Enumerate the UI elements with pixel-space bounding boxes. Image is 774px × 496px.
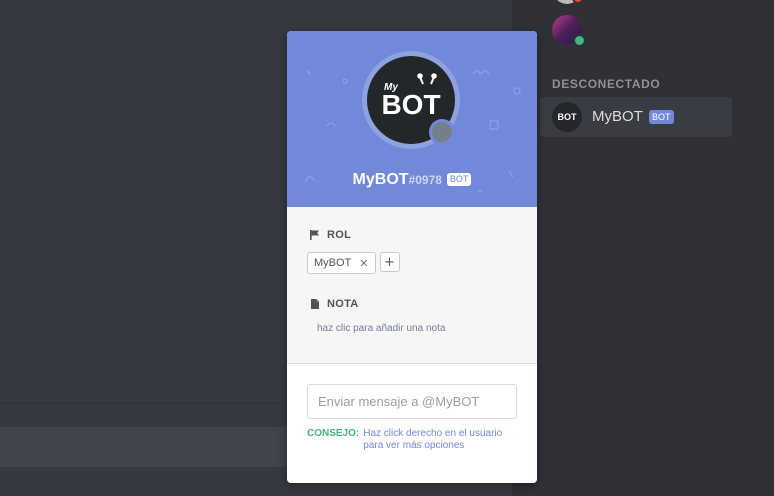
role-section-title: ROL — [309, 229, 351, 241]
avatar-logo-text: BOT — [381, 89, 440, 120]
flag-icon — [310, 230, 319, 240]
tip-label: CONSEJO: — [307, 428, 360, 439]
role-chip: MyBOT ✕ — [307, 252, 376, 274]
plus-icon: + — [384, 254, 395, 270]
popout-footer: CONSEJO: Haz click derecho en el usuario… — [287, 363, 537, 483]
add-role-button[interactable]: + — [379, 252, 400, 272]
tip-text: Haz click derecho en el usuario para ver… — [363, 428, 503, 451]
role-label: MyBOT — [314, 257, 352, 269]
tip: CONSEJO: Haz click derecho en el usuario… — [307, 428, 517, 452]
member-list — [522, 0, 774, 496]
username: MyBOT — [352, 171, 409, 188]
message-input[interactable] — [307, 384, 517, 419]
popout-header: My BOT MyBOT#0978 BOT — [287, 31, 537, 207]
note-title-text: NOTA — [327, 298, 359, 310]
online-status-icon — [573, 34, 586, 47]
member-name: MyBOT — [592, 108, 643, 125]
bot-badge: BOT — [446, 173, 472, 186]
bot-badge: BOT — [649, 110, 674, 124]
popout-body: ROL MyBOT ✕ + NOTA haz clic para añadir … — [287, 207, 537, 363]
offline-status-icon — [429, 119, 455, 145]
close-icon[interactable]: ✕ — [359, 257, 368, 270]
role-list: MyBOT ✕ + — [307, 252, 400, 274]
user-popout: My BOT MyBOT#0978 BOT ROL MyBOT ✕ + NOTA… — [287, 31, 537, 483]
username-row: MyBOT#0978 BOT — [287, 171, 537, 189]
note-field[interactable]: haz clic para añadir una nota — [317, 323, 445, 334]
member-avatar[interactable] — [552, 15, 586, 47]
avatar: BOT — [552, 102, 582, 132]
avatar-logo-text: BOT — [557, 112, 577, 122]
discriminator: #0978 — [408, 173, 442, 187]
offline-section-label: DESCONECTADO — [552, 77, 661, 91]
role-title-text: ROL — [327, 229, 352, 241]
member-item-mybot[interactable]: BOT MyBOT BOT — [540, 97, 732, 137]
note-icon — [311, 299, 319, 309]
note-section-title: NOTA — [309, 298, 359, 310]
